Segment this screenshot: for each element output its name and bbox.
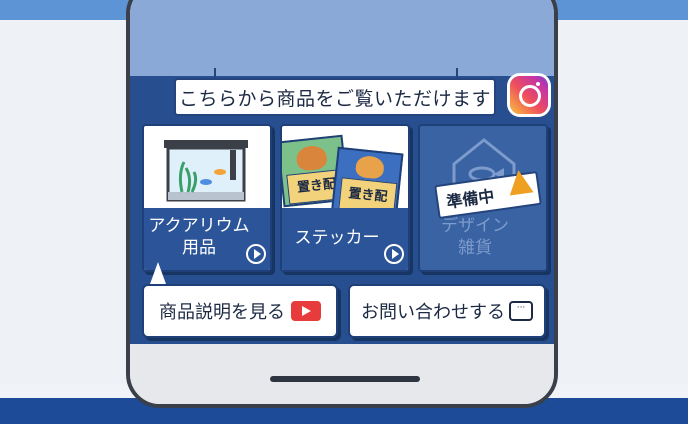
cat-illustration bbox=[354, 154, 385, 180]
info-banner: こちらから商品をご覧いただけます bbox=[174, 78, 496, 116]
contact-button[interactable]: お問い合わせする ··· bbox=[348, 284, 546, 338]
youtube-icon bbox=[291, 301, 321, 321]
card-label-line1: アクアリウム bbox=[148, 216, 250, 236]
card-label-area: アクアリウム 用品 bbox=[144, 208, 270, 270]
card-stickers[interactable]: 置き配 置き配 ステッカー bbox=[280, 124, 410, 272]
traffic-cone-icon bbox=[506, 168, 534, 196]
card-label-line2: 用品 bbox=[182, 238, 216, 258]
card-label-line1: ステッカー bbox=[294, 228, 380, 248]
instagram-icon[interactable] bbox=[510, 76, 548, 114]
banner-hanger-left bbox=[214, 68, 216, 78]
chat-bubble-icon: ··· bbox=[509, 301, 533, 321]
banner-hanger-right bbox=[456, 68, 458, 78]
product-description-button[interactable]: 商品説明を見る bbox=[142, 284, 338, 338]
card-label-line2: 雑貨 bbox=[458, 238, 492, 258]
product-description-label: 商品説明を見る bbox=[159, 302, 285, 323]
card-label-area: ステッカー bbox=[282, 208, 408, 270]
home-indicator bbox=[270, 376, 420, 382]
screen-header-area bbox=[130, 0, 554, 76]
dog-illustration bbox=[295, 144, 328, 172]
card-aquarium-supplies[interactable]: アクアリウム 用品 bbox=[142, 124, 272, 272]
card-label-line1: デザイン bbox=[441, 216, 509, 236]
contact-label: お問い合わせする bbox=[361, 302, 505, 323]
speech-bubble-tail bbox=[150, 262, 166, 284]
play-icon bbox=[384, 244, 404, 264]
play-icon bbox=[246, 244, 266, 264]
aquarium-tank-icon bbox=[164, 140, 248, 202]
